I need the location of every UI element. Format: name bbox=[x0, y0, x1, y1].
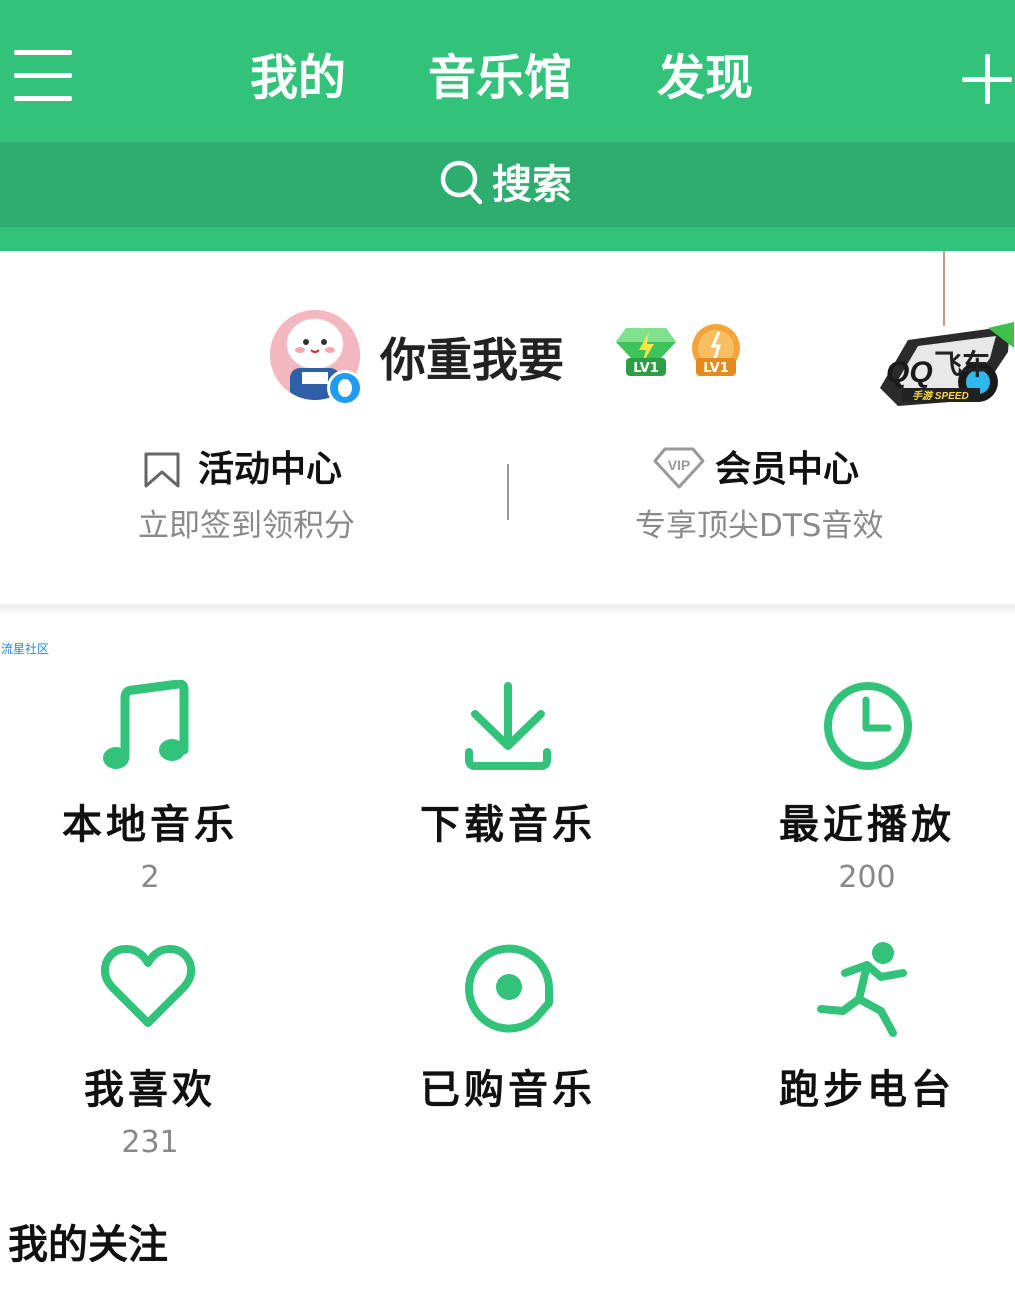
running-icon bbox=[817, 942, 907, 1037]
grid-count: 231 bbox=[121, 1125, 179, 1160]
activity-center-subtitle: 立即签到领积分 bbox=[138, 508, 355, 544]
vip-center-subtitle: 专享顶尖DTS音效 bbox=[635, 508, 884, 544]
grid-item-favorites[interactable]: 我喜欢 231 bbox=[0, 935, 300, 1175]
header-bottom-strip bbox=[0, 227, 1015, 251]
green-diamond-icon: LV1 bbox=[616, 328, 676, 376]
download-icon bbox=[465, 682, 551, 770]
username[interactable]: 你重我要 bbox=[380, 328, 564, 392]
hamburger-menu-icon[interactable] bbox=[14, 50, 72, 102]
grid-label: 我喜欢 bbox=[84, 1067, 216, 1113]
music-note-icon bbox=[103, 680, 189, 769]
grid-label: 跑步电台 bbox=[779, 1067, 955, 1113]
activity-center-title: 活动中心 bbox=[198, 449, 343, 490]
grid-item-purchased[interactable]: 已购音乐 bbox=[358, 935, 658, 1175]
bookmark-icon bbox=[144, 452, 180, 488]
svg-text:LV1: LV1 bbox=[633, 361, 659, 376]
svg-text:VIP: VIP bbox=[668, 457, 691, 473]
grid-item-recent-plays[interactable]: 最近播放 200 bbox=[717, 670, 1015, 910]
svg-text:手游 SPEED: 手游 SPEED bbox=[912, 390, 969, 402]
plus-icon[interactable] bbox=[962, 54, 1012, 104]
grid-label: 已购音乐 bbox=[420, 1067, 596, 1113]
grid-label: 下载音乐 bbox=[420, 802, 596, 848]
disc-icon bbox=[465, 944, 553, 1033]
grid-count: 200 bbox=[838, 860, 896, 895]
heart-icon bbox=[100, 945, 196, 1027]
svg-text:飞车: 飞车 bbox=[934, 348, 990, 381]
tab-music-hall[interactable]: 音乐馆 bbox=[428, 46, 572, 110]
watermark-text: 流星社区 bbox=[1, 642, 50, 656]
tab-discover[interactable]: 发现 bbox=[657, 46, 753, 110]
grid-label: 最近播放 bbox=[779, 802, 955, 848]
vip-center-link[interactable]: VIP 会员中心 专享顶尖DTS音效 bbox=[509, 440, 1015, 560]
grid-item-downloads[interactable]: 下载音乐 bbox=[358, 670, 658, 910]
svg-text:LV1: LV1 bbox=[703, 361, 729, 376]
orange-music-icon: LV1 bbox=[692, 324, 740, 376]
grid-count: 2 bbox=[140, 860, 160, 895]
vip-icon: VIP bbox=[653, 447, 705, 489]
card-shadow bbox=[0, 604, 1015, 616]
clock-icon bbox=[824, 682, 912, 770]
search-icon bbox=[440, 160, 482, 205]
qq-speed-logo[interactable]: QQ 飞车 手游 SPEED bbox=[868, 318, 1015, 410]
section-title-following: 我的关注 bbox=[8, 1222, 168, 1268]
grid-label: 本地音乐 bbox=[62, 802, 238, 848]
vip-center-title: 会员中心 bbox=[715, 449, 860, 490]
search-label: 搜索 bbox=[492, 162, 572, 208]
tab-mine[interactable]: 我的 bbox=[250, 46, 346, 110]
grid-item-local-music[interactable]: 本地音乐 2 bbox=[0, 670, 300, 910]
activity-center-link[interactable]: 活动中心 立即签到领积分 bbox=[0, 440, 506, 560]
svg-text:QQ: QQ bbox=[886, 356, 933, 389]
top-nav-bar: 我的 音乐馆 发现 bbox=[0, 0, 1015, 142]
promo-hanging-string bbox=[943, 251, 945, 326]
qq-penguin-icon bbox=[327, 370, 363, 406]
grid-item-running-radio[interactable]: 跑步电台 bbox=[717, 935, 1015, 1175]
search-bar[interactable]: 搜索 bbox=[0, 142, 1015, 227]
